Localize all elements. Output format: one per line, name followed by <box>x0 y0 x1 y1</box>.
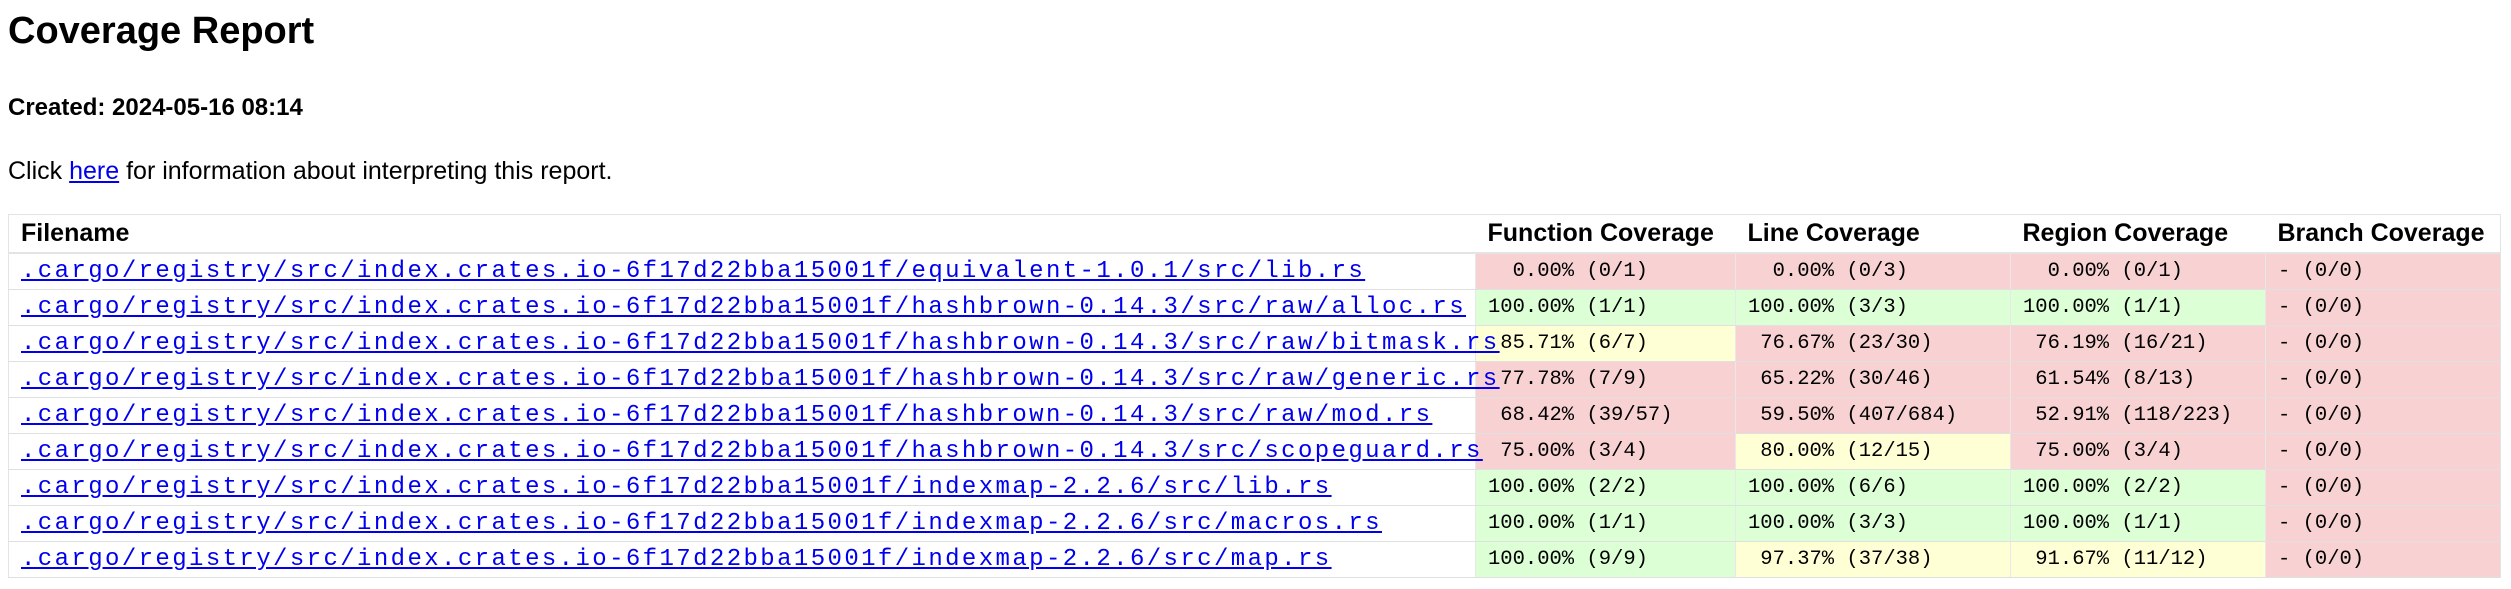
filename-cell: .cargo/registry/src/index.crates.io-6f17… <box>8 361 1497 398</box>
region-coverage-cell: 61.54% (8/13) <box>2010 361 2266 398</box>
function-coverage-cell: 100.00% (9/9) <box>1475 541 1736 578</box>
function-coverage-cell: 0.00% (0/1) <box>1475 252 1736 290</box>
table-row: .cargo/registry/src/index.crates.io-6f17… <box>8 252 2501 290</box>
table-row: .cargo/registry/src/index.crates.io-6f17… <box>8 361 2501 398</box>
function-coverage-cell: 100.00% (1/1) <box>1475 289 1736 326</box>
filename-cell: .cargo/registry/src/index.crates.io-6f17… <box>8 433 1480 470</box>
intro-after: for information about interpreting this … <box>119 157 613 185</box>
filename-cell: .cargo/registry/src/index.crates.io-6f17… <box>8 252 1476 290</box>
filename-cell: .cargo/registry/src/index.crates.io-6f17… <box>8 469 1476 506</box>
branch-coverage-cell: - (0/0) <box>2265 325 2501 362</box>
line-coverage-cell: 76.67% (23/30) <box>1735 325 2011 362</box>
filename-cell: .cargo/registry/src/index.crates.io-6f17… <box>8 325 1497 362</box>
line-coverage-cell: 100.00% (6/6) <box>1735 469 2011 506</box>
header-region-coverage: Region Coverage <box>2010 214 2266 254</box>
file-link[interactable]: .cargo/registry/src/index.crates.io-6f17… <box>21 294 1466 321</box>
file-link[interactable]: .cargo/registry/src/index.crates.io-6f17… <box>21 510 1382 537</box>
region-coverage-cell: 52.91% (118/223) <box>2010 397 2266 434</box>
file-link[interactable]: .cargo/registry/src/index.crates.io-6f17… <box>21 438 1483 465</box>
file-link[interactable]: .cargo/registry/src/index.crates.io-6f17… <box>21 258 1365 285</box>
table-row: .cargo/registry/src/index.crates.io-6f17… <box>8 433 2501 470</box>
branch-coverage-cell: - (0/0) <box>2265 505 2501 542</box>
table-row: .cargo/registry/src/index.crates.io-6f17… <box>8 289 2501 326</box>
region-coverage-cell: 75.00% (3/4) <box>2010 433 2266 470</box>
region-coverage-cell: 76.19% (16/21) <box>2010 325 2266 362</box>
line-coverage-cell: 65.22% (30/46) <box>1735 361 2011 398</box>
created-date: Created: 2024-05-16 08:14 <box>8 94 303 121</box>
file-link[interactable]: .cargo/registry/src/index.crates.io-6f17… <box>21 366 1500 393</box>
header-function-coverage: Function Coverage <box>1475 214 1736 254</box>
file-link[interactable]: .cargo/registry/src/index.crates.io-6f17… <box>21 474 1332 501</box>
table-header-row: Filename Function Coverage Line Coverage… <box>8 214 2501 254</box>
function-coverage-cell: 75.00% (3/4) <box>1475 433 1736 470</box>
intro-before: Click <box>8 157 70 185</box>
table-row: .cargo/registry/src/index.crates.io-6f17… <box>8 469 2501 506</box>
branch-coverage-cell: - (0/0) <box>2265 252 2501 290</box>
header-filename: Filename <box>8 214 1476 254</box>
region-coverage-cell: 100.00% (1/1) <box>2010 505 2266 542</box>
file-link[interactable]: .cargo/registry/src/index.crates.io-6f17… <box>21 402 1432 429</box>
table-row: .cargo/registry/src/index.crates.io-6f17… <box>8 505 2501 542</box>
function-coverage-cell: 100.00% (2/2) <box>1475 469 1736 506</box>
table-row: .cargo/registry/src/index.crates.io-6f17… <box>8 325 2501 362</box>
branch-coverage-cell: - (0/0) <box>2265 469 2501 506</box>
help-link[interactable]: here <box>69 157 119 185</box>
table-row: .cargo/registry/src/index.crates.io-6f17… <box>8 397 2501 434</box>
file-link[interactable]: .cargo/registry/src/index.crates.io-6f17… <box>21 330 1500 357</box>
filename-cell: .cargo/registry/src/index.crates.io-6f17… <box>8 289 1476 326</box>
function-coverage-cell: 68.42% (39/57) <box>1475 397 1736 434</box>
header-line-coverage: Line Coverage <box>1735 214 2011 254</box>
line-coverage-cell: 100.00% (3/3) <box>1735 289 2011 326</box>
branch-coverage-cell: - (0/0) <box>2265 433 2501 470</box>
branch-coverage-cell: - (0/0) <box>2265 289 2501 326</box>
line-coverage-cell: 0.00% (0/3) <box>1735 252 2011 290</box>
page-title: Coverage Report <box>8 10 315 52</box>
function-coverage-cell: 85.71% (6/7) <box>1475 325 1736 362</box>
coverage-table: Filename Function Coverage Line Coverage… <box>8 214 2501 578</box>
table-row: .cargo/registry/src/index.crates.io-6f17… <box>8 541 2501 578</box>
filename-cell: .cargo/registry/src/index.crates.io-6f17… <box>8 505 1476 542</box>
intro-text: Click here for information about interpr… <box>8 157 612 186</box>
line-coverage-cell: 80.00% (12/15) <box>1735 433 2011 470</box>
line-coverage-cell: 97.37% (37/38) <box>1735 541 2011 578</box>
function-coverage-cell: 100.00% (1/1) <box>1475 505 1736 542</box>
region-coverage-cell: 100.00% (1/1) <box>2010 289 2266 326</box>
function-coverage-cell: 77.78% (7/9) <box>1475 361 1736 398</box>
filename-cell: .cargo/registry/src/index.crates.io-6f17… <box>8 541 1476 578</box>
header-branch-coverage: Branch Coverage <box>2265 214 2501 254</box>
filename-cell: .cargo/registry/src/index.crates.io-6f17… <box>8 397 1476 434</box>
branch-coverage-cell: - (0/0) <box>2265 541 2501 578</box>
region-coverage-cell: 100.00% (2/2) <box>2010 469 2266 506</box>
line-coverage-cell: 100.00% (3/3) <box>1735 505 2011 542</box>
file-link[interactable]: .cargo/registry/src/index.crates.io-6f17… <box>21 546 1332 573</box>
branch-coverage-cell: - (0/0) <box>2265 397 2501 434</box>
region-coverage-cell: 91.67% (11/12) <box>2010 541 2266 578</box>
branch-coverage-cell: - (0/0) <box>2265 361 2501 398</box>
line-coverage-cell: 59.50% (407/684) <box>1735 397 2011 434</box>
region-coverage-cell: 0.00% (0/1) <box>2010 252 2266 290</box>
